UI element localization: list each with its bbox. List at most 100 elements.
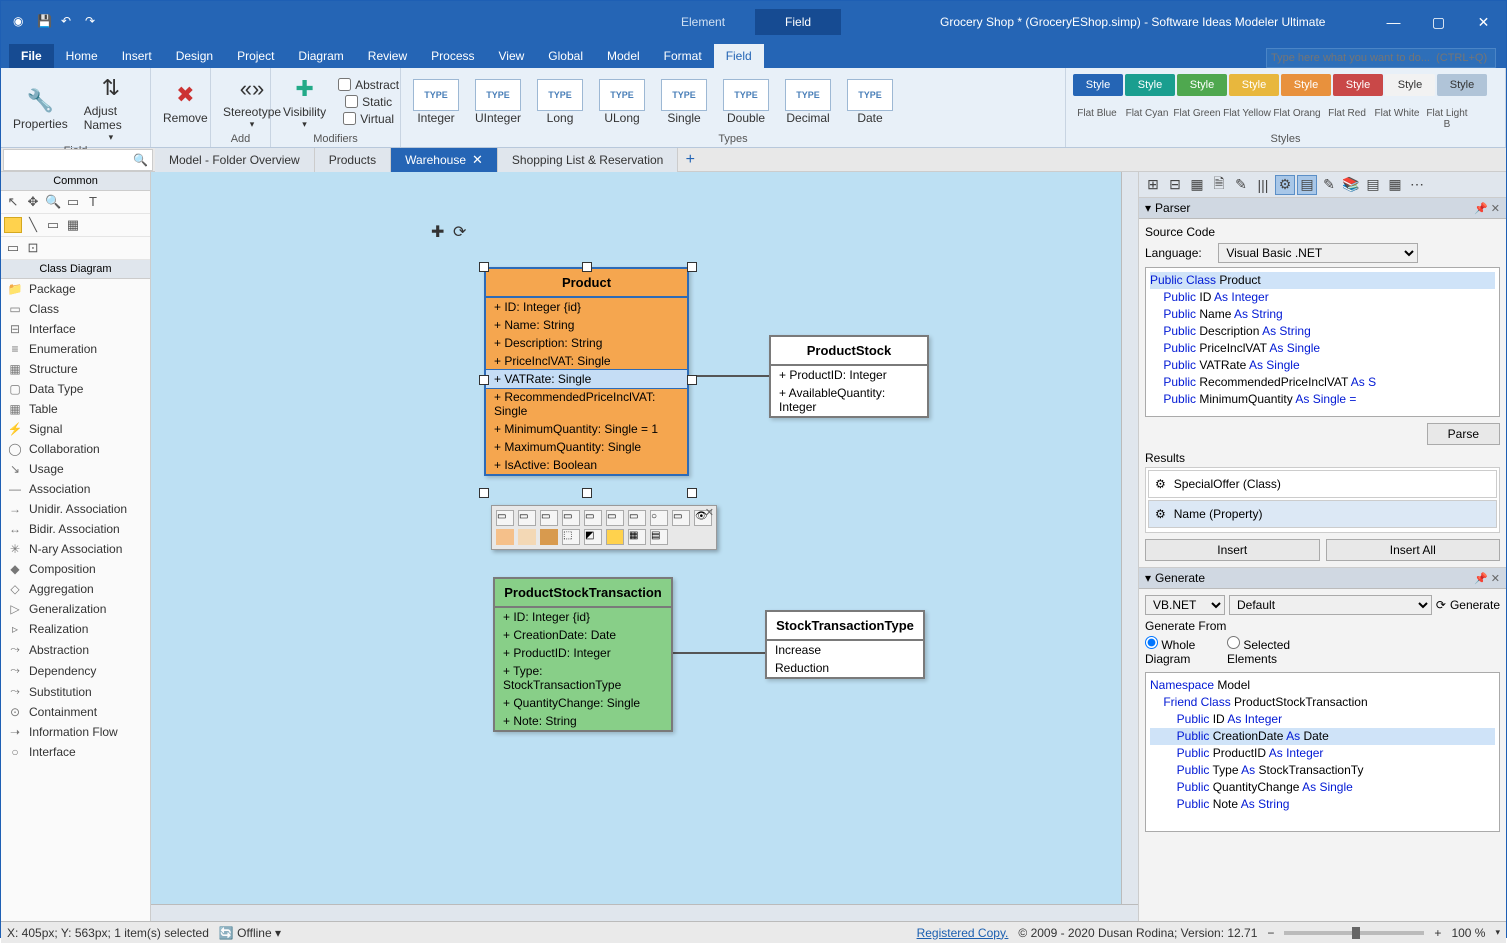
selected-elements-radio[interactable]: Selected Elements: [1227, 636, 1297, 666]
ts-icon[interactable]: ▤: [1363, 175, 1383, 195]
minimize-button[interactable]: —: [1371, 7, 1416, 37]
attr[interactable]: + QuantityChange: Single: [495, 694, 671, 712]
collapse-icon[interactable]: ▾: [1145, 201, 1151, 215]
tab-diagram[interactable]: Diagram: [286, 44, 355, 68]
style-flat-white[interactable]: Style: [1385, 74, 1435, 96]
attr[interactable]: + Type: StockTransactionType: [495, 662, 671, 694]
class-productstock[interactable]: ProductStock + ProductID: Integer + Avai…: [769, 335, 929, 418]
tab-project[interactable]: Project: [225, 44, 286, 68]
style-flat-yellow[interactable]: Style: [1229, 74, 1279, 96]
type-ulong[interactable]: TYPEULong: [593, 77, 651, 127]
type-date[interactable]: TYPEDate: [841, 77, 899, 127]
type-uinteger[interactable]: TYPEUInteger: [469, 77, 527, 127]
tab-format[interactable]: Format: [652, 44, 714, 68]
zoom-slider[interactable]: [1284, 931, 1424, 935]
toolbox-containment[interactable]: ⊙Containment: [1, 702, 150, 722]
style-flat-light-b[interactable]: Style: [1437, 74, 1487, 96]
tb-icon[interactable]: [606, 529, 624, 545]
virtual-checkbox[interactable]: Virtual: [336, 111, 401, 127]
toolbox-interface[interactable]: ○Interface: [1, 742, 150, 762]
toolbox-generalization[interactable]: ▷Generalization: [1, 599, 150, 619]
tb-icon[interactable]: ▤: [650, 529, 668, 545]
insert-button[interactable]: Insert: [1145, 539, 1320, 561]
toolbar-close-icon[interactable]: ✕: [705, 506, 714, 519]
maximize-button[interactable]: ▢: [1416, 7, 1461, 37]
type-single[interactable]: TYPESingle: [655, 77, 713, 127]
zoom-in-button[interactable]: +: [1434, 926, 1441, 940]
gen-lang-select[interactable]: VB.NET: [1145, 595, 1225, 615]
insert-all-button[interactable]: Insert All: [1326, 539, 1501, 561]
toolbox-bidir--association[interactable]: ↔Bidir. Association: [1, 519, 150, 539]
ts-active-icon[interactable]: ▤: [1297, 175, 1317, 195]
toolbox-unidir--association[interactable]: →Unidir. Association: [1, 499, 150, 519]
attr[interactable]: Reduction: [767, 659, 923, 677]
connector-product-stock[interactable]: [689, 375, 769, 377]
tab-home[interactable]: Home: [54, 44, 110, 68]
tb-icon[interactable]: ▦: [628, 529, 646, 545]
style-flat-orang[interactable]: Style: [1281, 74, 1331, 96]
collapse-icon[interactable]: ▾: [1145, 571, 1151, 585]
horizontal-scrollbar[interactable]: [151, 904, 1138, 921]
adjust-names-button[interactable]: ⇅Adjust Names▾: [78, 70, 144, 145]
doc-tab[interactable]: Warehouse✕: [391, 148, 498, 172]
tb-icon[interactable]: ▭: [496, 510, 514, 526]
tb-icon[interactable]: ▭: [628, 510, 646, 526]
ts-icon[interactable]: ⊟: [1165, 175, 1185, 195]
zoom-value[interactable]: 100 %: [1451, 926, 1485, 940]
ts-icon[interactable]: |||: [1253, 175, 1273, 195]
tb-icon[interactable]: ▭: [672, 510, 690, 526]
class-pst[interactable]: ProductStockTransaction + ID: Integer {i…: [493, 577, 673, 732]
attr[interactable]: Increase: [767, 641, 923, 659]
ts-icon[interactable]: ✎: [1231, 175, 1251, 195]
language-select[interactable]: Visual Basic .NET: [1218, 243, 1418, 263]
tab-review[interactable]: Review: [356, 44, 419, 68]
tab-model[interactable]: Model: [595, 44, 652, 68]
toolbox-information-flow[interactable]: ➝Information Flow: [1, 722, 150, 742]
generate-header[interactable]: ▾ Generate 📌 ✕: [1139, 568, 1506, 589]
refresh-icon[interactable]: ⟳: [1436, 598, 1446, 612]
generate-button[interactable]: Generate: [1450, 598, 1500, 612]
parse-button[interactable]: Parse: [1427, 423, 1500, 445]
tb-icon[interactable]: ▭: [518, 510, 536, 526]
move-icon[interactable]: ✥: [24, 194, 42, 210]
attr[interactable]: + IsActive: Boolean: [486, 456, 687, 474]
swatch-icon[interactable]: [496, 529, 514, 545]
toolbox-table[interactable]: ▦Table: [1, 399, 150, 419]
ts-icon[interactable]: 🗎: [1209, 175, 1229, 195]
attr[interactable]: + Note: String: [495, 712, 671, 730]
tab-file[interactable]: File: [9, 44, 54, 68]
toolbox-usage[interactable]: ↘Usage: [1, 459, 150, 479]
attr[interactable]: + CreationDate: Date: [495, 626, 671, 644]
text-icon[interactable]: T: [84, 194, 102, 210]
toolbox-signal[interactable]: ⚡Signal: [1, 419, 150, 439]
tb-icon[interactable]: ◩: [584, 529, 602, 545]
attr[interactable]: + ID: Integer {id}: [486, 298, 687, 316]
parser-header[interactable]: ▾ Parser 📌 ✕: [1139, 198, 1506, 219]
save-icon[interactable]: 💾: [37, 14, 53, 30]
ts-icon[interactable]: ⊞: [1143, 175, 1163, 195]
tb-icon[interactable]: ▭: [540, 510, 558, 526]
toolbox-substitution[interactable]: ⤳Substitution: [1, 681, 150, 702]
attr[interactable]: + PriceInclVAT: Single: [486, 352, 687, 370]
type-integer[interactable]: TYPEInteger: [407, 77, 465, 127]
toolbox-n-ary-association[interactable]: ✳N-ary Association: [1, 539, 150, 559]
generate-code-box[interactable]: Namespace Model Friend Class ProductStoc…: [1145, 672, 1500, 832]
toolbox-collaboration[interactable]: ◯Collaboration: [1, 439, 150, 459]
context-tab-field[interactable]: Field: [755, 9, 841, 35]
doc-tab[interactable]: Products: [315, 148, 391, 172]
registered-link[interactable]: Registered Copy.: [917, 926, 1009, 940]
toolbox-structure[interactable]: ▦Structure: [1, 359, 150, 379]
diagram-canvas[interactable]: ✚ ⟳ Product + ID: Integer {id}+ Name: St…: [151, 172, 1138, 921]
zoom-out-button[interactable]: −: [1267, 926, 1274, 940]
zoom-icon[interactable]: 🔍: [44, 194, 62, 210]
abstract-checkbox[interactable]: Abstract: [336, 77, 401, 93]
attr[interactable]: + MaximumQuantity: Single: [486, 438, 687, 456]
properties-button[interactable]: 🔧Properties: [7, 83, 74, 133]
swatch-icon[interactable]: [540, 529, 558, 545]
connector-icon[interactable]: ╲: [24, 217, 42, 233]
tb-icon[interactable]: ▭: [584, 510, 602, 526]
tb-icon[interactable]: ○: [650, 510, 668, 526]
remove-button[interactable]: ✖Remove: [157, 77, 214, 127]
attr[interactable]: + Description: String: [486, 334, 687, 352]
toolbox-dependency[interactable]: ⤳Dependency: [1, 660, 150, 681]
